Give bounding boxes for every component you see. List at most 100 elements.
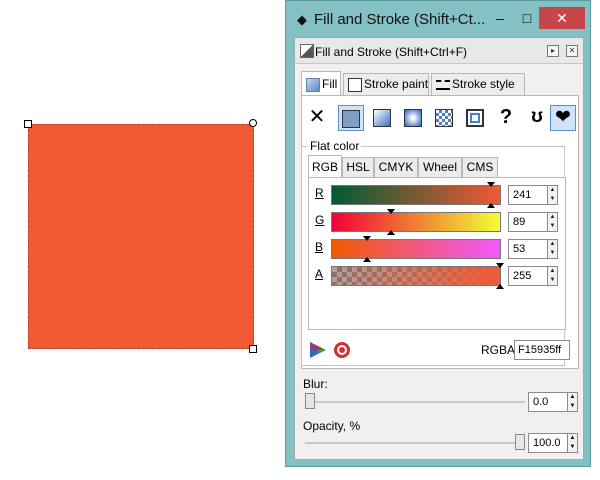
channel-label-g: G [315,213,325,227]
spin-up-icon: ▲ [549,187,556,193]
window-title: Fill and Stroke (Shift+Ct... [314,11,486,28]
slider-r-marker-top [486,182,495,187]
spin-down-icon: ▼ [549,250,556,256]
slider-g-marker-bottom [386,230,395,235]
spin-up-icon: ▲ [569,435,576,441]
swatch-button[interactable] [462,105,488,131]
fill-stroke-window: ◆ Fill and Stroke (Shift+Ct... – □ ✕ Fil… [285,0,591,467]
tab-hsl[interactable]: HSL [342,157,374,177]
value-r-input[interactable]: 241 [508,185,548,205]
spin-down-icon: ▼ [549,223,556,229]
spinner-g[interactable]: ▲ ▼ [548,212,558,232]
channel-label-r: R [315,186,324,200]
channel-label-a: A [315,267,324,281]
swatch-icon [466,109,484,127]
rgba-input[interactable]: F15935ff [514,340,570,360]
slider-g-marker-top [386,209,395,214]
spin-up-icon: ▲ [569,394,576,400]
inkscape-icon: ◆ [297,12,307,27]
unset-paint-button[interactable]: ? [493,105,519,131]
blur-input[interactable]: 0.0 [528,392,568,412]
minimize-button[interactable]: – [487,7,513,29]
color-managed-icon[interactable] [310,342,326,358]
dialog-body: Fill and Stroke (Shift+Ctrl+F) ▸ ✕ Fill … [294,37,584,460]
channel-row-r: R 241 ▲ ▼ [309,182,565,208]
tab-rgb[interactable]: RGB [308,155,342,177]
slider-b-marker-top [362,236,371,241]
fill-rule-evenodd-button[interactable]: ʊ [524,105,550,131]
dock-header: Fill and Stroke (Shift+Ctrl+F) ▸ ✕ [295,38,583,64]
spinner-b[interactable]: ▲ ▼ [548,239,558,259]
spinner-a[interactable]: ▲ ▼ [548,266,558,286]
slider-g[interactable] [331,209,501,235]
tab-cmyk[interactable]: CMYK [374,157,418,177]
slider-b[interactable] [331,236,501,262]
value-g-input[interactable]: 89 [508,212,548,232]
linear-gradient-icon [373,109,391,127]
blur-slider-track[interactable] [305,401,525,403]
channel-label-b: B [315,240,324,254]
flat-color-button[interactable] [338,105,364,131]
channel-row-g: G 89 ▲ ▼ [309,209,565,235]
spin-up-icon: ▲ [549,268,556,274]
color-picker-icon[interactable] [334,342,350,358]
opacity-label: Opacity, % [303,419,361,433]
maximize-button[interactable]: □ [514,7,540,29]
fill-stroke-icon [300,44,314,58]
slider-a[interactable] [331,263,504,289]
fill-rule-nonzero-button[interactable]: ❤ [550,105,576,131]
opacity-slider-thumb[interactable] [515,434,525,450]
window-titlebar[interactable]: ◆ Fill and Stroke (Shift+Ct... – □ ✕ [286,1,590,37]
spin-up-icon: ▲ [549,214,556,220]
tab-fill[interactable]: Fill [301,71,341,95]
resize-handle-bottom-right[interactable] [249,345,257,353]
dock-close-button[interactable]: ✕ [566,45,578,57]
tab-stroke-paint[interactable]: Stroke paint [343,73,429,95]
radial-gradient-button[interactable] [400,105,426,131]
opacity-input[interactable]: 100.0 [528,433,568,453]
canvas[interactable] [0,0,285,480]
dock-iconify-button[interactable]: ▸ [547,45,559,57]
tab-cms[interactable]: CMS [462,157,498,177]
pattern-icon [435,109,453,127]
tab-stroke-style[interactable]: Stroke style [431,73,525,95]
stroke-paint-icon [348,77,362,92]
close-button[interactable]: ✕ [539,7,585,29]
no-paint-button[interactable]: ✕ [304,105,330,131]
rotate-handle-top-right[interactable] [249,119,257,127]
opacity-spinner[interactable]: ▲ ▼ [568,433,578,453]
flat-color-icon [342,110,360,128]
value-b-input[interactable]: 53 [508,239,548,259]
value-a-input[interactable]: 255 [508,266,548,286]
channel-row-b: B 53 ▲ ▼ [309,236,565,262]
color-tools-row: RGBA: F15935ff [308,340,570,360]
stroke-style-icon [436,79,450,90]
blur-spinner[interactable]: ▲ ▼ [568,392,578,412]
flat-color-frame: Flat color RGB HSL CMYK Wheel CMS R 241 … [301,139,570,366]
tab-wheel[interactable]: Wheel [418,157,462,177]
spin-down-icon: ▼ [549,277,556,283]
slider-r-marker-bottom [486,203,495,208]
fill-panel: ✕ ? ʊ ❤ Flat color RGB HSL CMYK Wheel CM… [301,95,579,369]
spinner-r[interactable]: ▲ ▼ [548,185,558,205]
rgb-panel: R 241 ▲ ▼ G 89 ▲ ▼ B 53 ▲ ▼ A 255 ▲ ▼ [308,177,566,330]
spin-down-icon: ▼ [569,403,576,409]
blur-label: Blur: [303,377,328,391]
slider-a-marker-top [496,263,504,268]
spin-up-icon: ▲ [549,241,556,247]
opacity-slider-track[interactable] [305,442,525,444]
channel-row-a: A 255 ▲ ▼ [309,263,565,289]
selected-rectangle[interactable] [28,124,254,349]
flat-color-label: Flat color [308,139,362,153]
spin-down-icon: ▼ [549,196,556,202]
blur-slider-thumb[interactable] [305,393,315,409]
resize-handle-top-left[interactable] [24,120,32,128]
dock-title: Fill and Stroke (Shift+Ctrl+F) [315,45,468,59]
slider-r[interactable] [331,182,501,208]
linear-gradient-button[interactable] [369,105,395,131]
spin-down-icon: ▼ [569,444,576,450]
slider-a-marker-bottom [496,284,504,289]
slider-b-marker-bottom [362,257,371,262]
pattern-button[interactable] [431,105,457,131]
radial-gradient-icon [404,109,422,127]
